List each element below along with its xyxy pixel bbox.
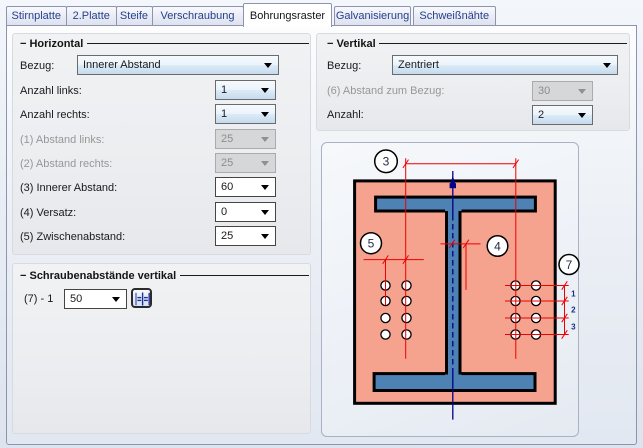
svg-text:3: 3	[571, 322, 576, 331]
svg-text:1: 1	[571, 289, 576, 298]
svg-text:7: 7	[566, 258, 573, 272]
svg-text:5: 5	[368, 237, 375, 251]
svg-text:3: 3	[383, 155, 390, 169]
svg-text:4: 4	[494, 239, 501, 253]
svg-text:2: 2	[571, 306, 576, 315]
